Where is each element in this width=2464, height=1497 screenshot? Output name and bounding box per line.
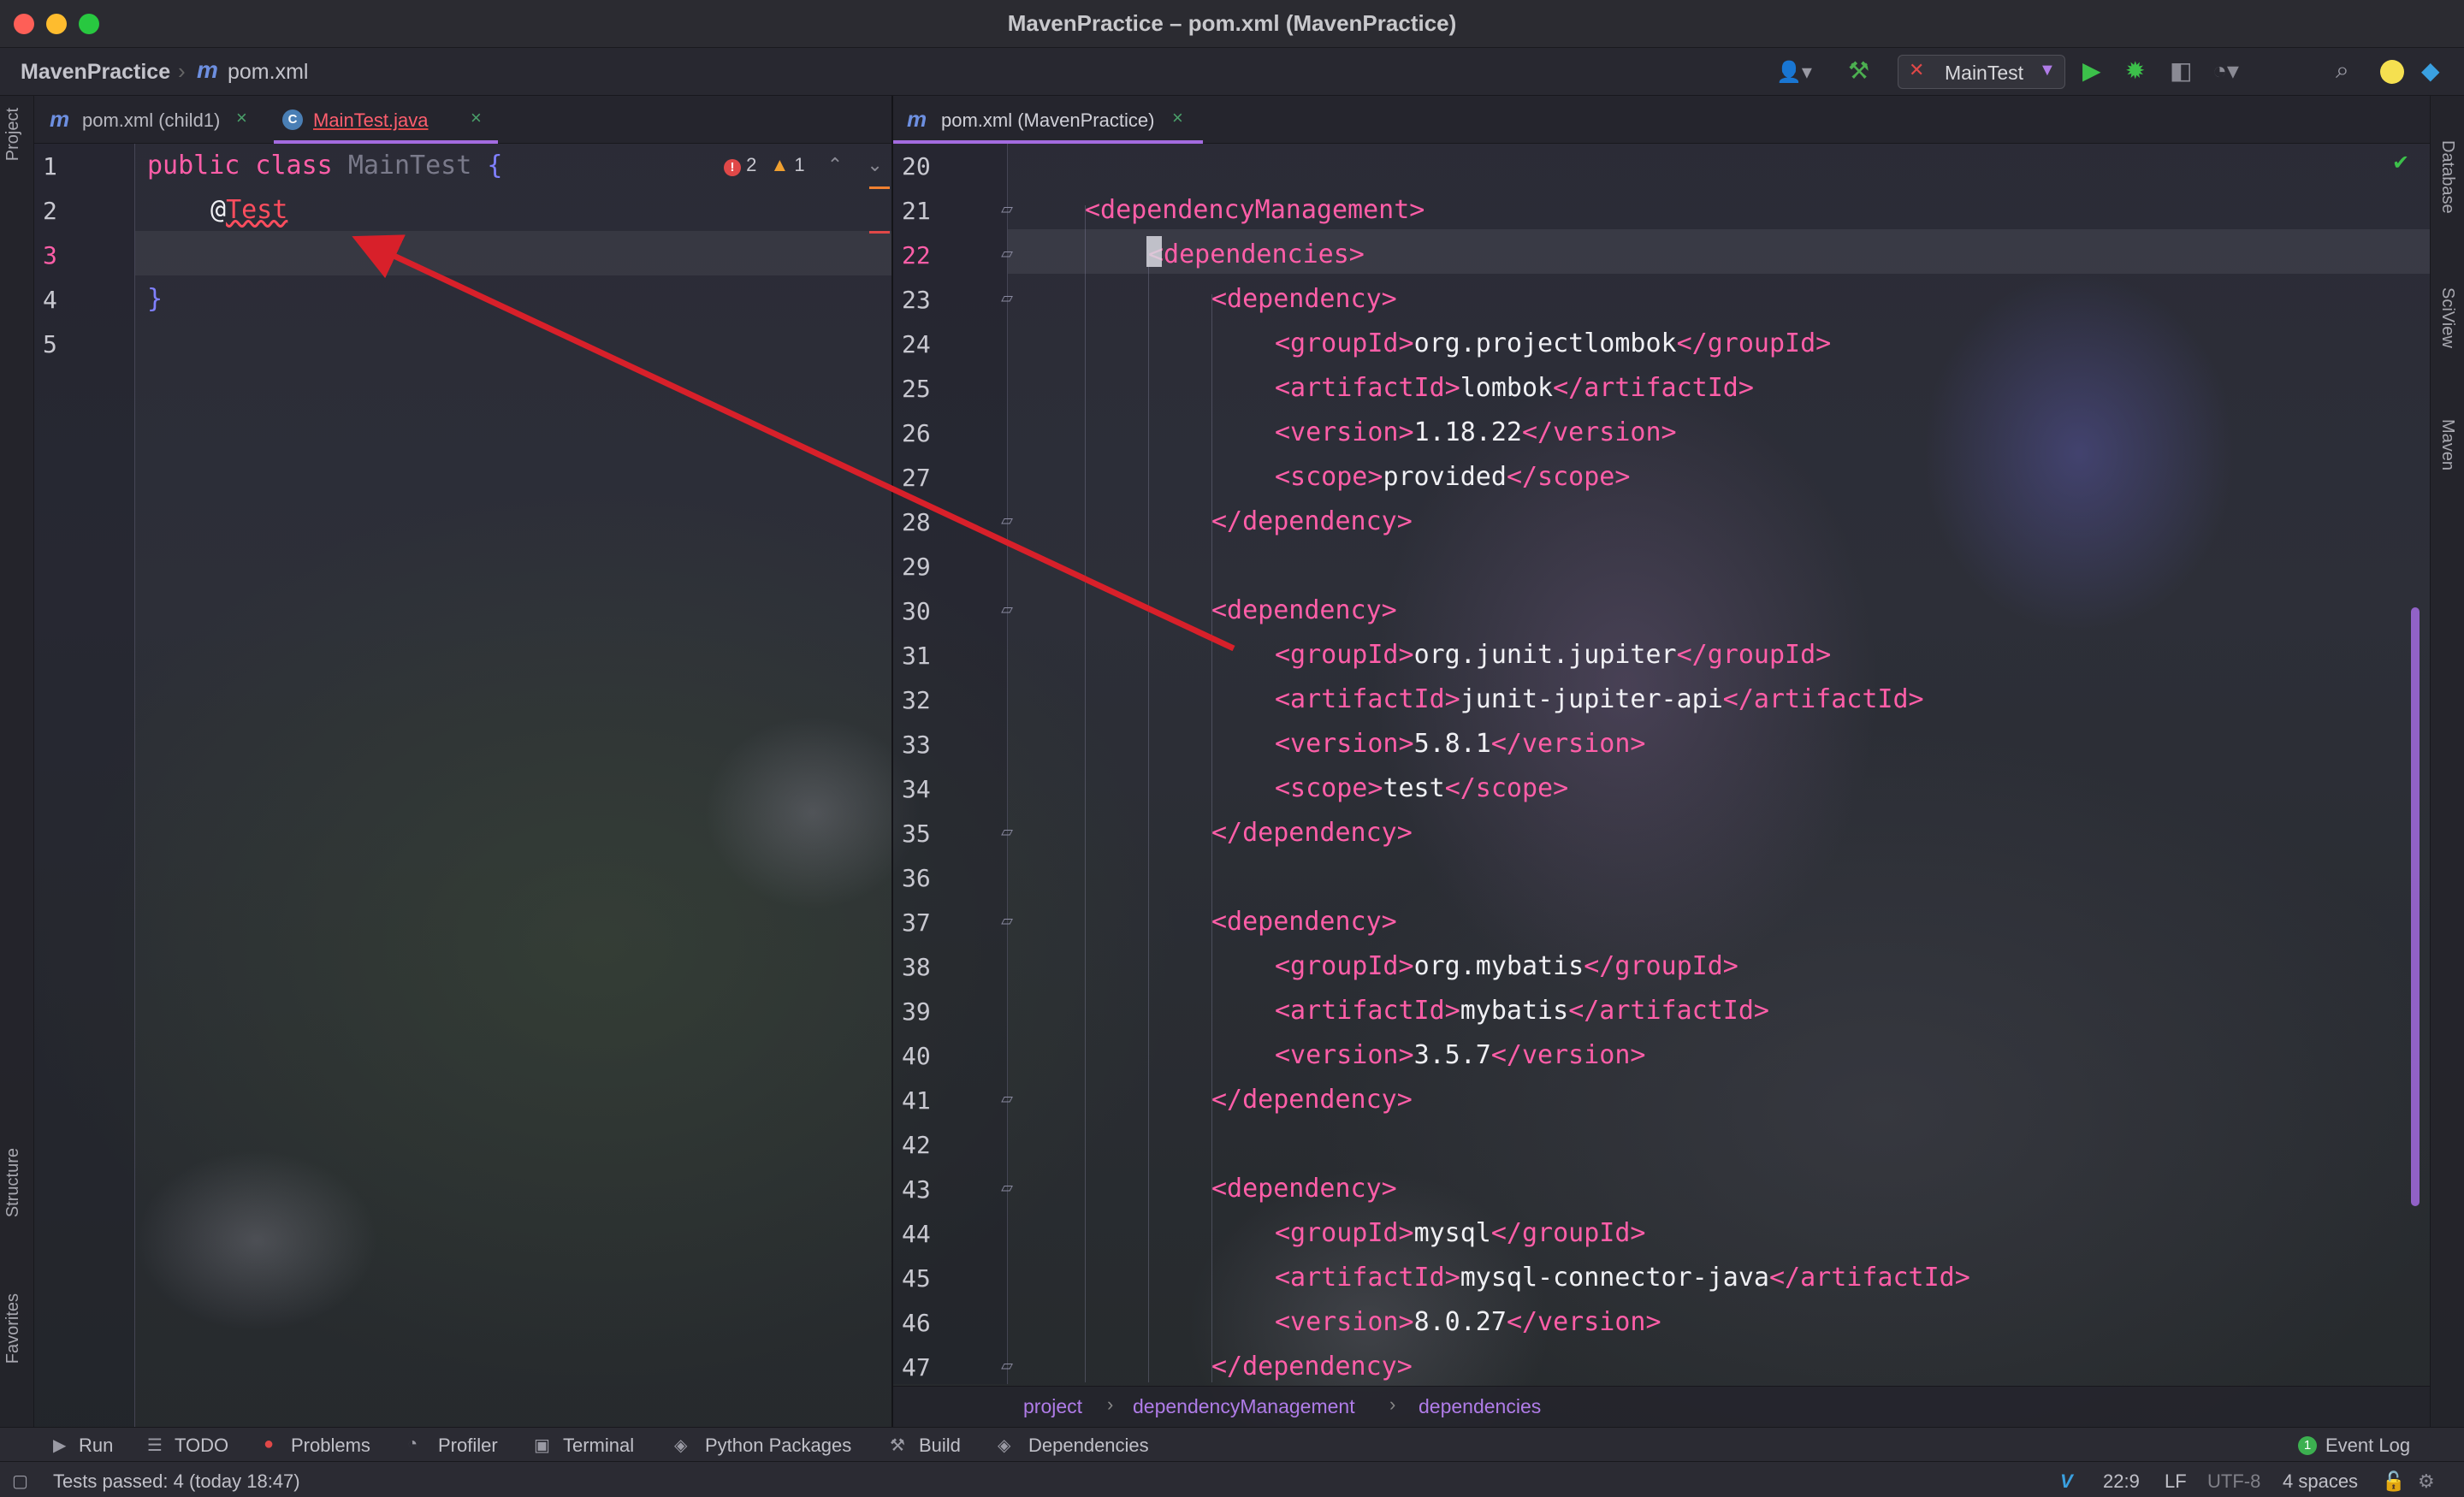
profiler-icon: ◔ <box>407 1435 418 1453</box>
status-message[interactable]: Tests passed: 4 (today 18:47) <box>53 1470 300 1493</box>
event-log-badge: 1 <box>2298 1436 2317 1455</box>
tab-terminal[interactable]: Terminal <box>563 1435 634 1457</box>
status-bar: ▢ Tests passed: 4 (today 18:47) V 22:9 L… <box>0 1461 2464 1497</box>
tab-python-packages[interactable]: Python Packages <box>705 1435 851 1457</box>
tab-problems[interactable]: Problems <box>291 1435 370 1457</box>
vcs-status-icon[interactable]: V <box>2060 1470 2073 1493</box>
tab-todo[interactable]: TODO <box>175 1435 228 1457</box>
line-separator[interactable]: LF <box>2165 1470 2187 1493</box>
tab-dependencies[interactable]: Dependencies <box>1028 1435 1149 1457</box>
run-icon: ▶ <box>53 1436 67 1455</box>
todo-list-icon: ☰ <box>147 1436 163 1455</box>
tab-run[interactable]: Run <box>79 1435 113 1457</box>
memory-indicator-icon[interactable]: ⚙ <box>2418 1470 2435 1493</box>
problems-error-icon: ● <box>264 1435 275 1453</box>
tab-build[interactable]: Build <box>919 1435 961 1457</box>
indent-setting[interactable]: 4 spaces <box>2283 1470 2358 1493</box>
toggle-tool-windows-icon[interactable]: ▢ <box>12 1470 28 1492</box>
lock-icon[interactable]: 🔓 <box>2382 1470 2405 1493</box>
file-encoding[interactable]: UTF-8 <box>2207 1470 2260 1493</box>
tab-profiler[interactable]: Profiler <box>438 1435 498 1457</box>
tab-event-log[interactable]: Event Log <box>2325 1435 2410 1457</box>
terminal-icon: ▣ <box>534 1436 550 1455</box>
python-packages-icon: ◈ <box>674 1436 688 1455</box>
red-arrow-annotation <box>352 234 1235 652</box>
bottom-tool-tabs: ▶ Run ☰ TODO ● Problems ◔ Profiler ▣ Ter… <box>0 1427 2464 1461</box>
dependencies-icon: ◈ <box>998 1436 1011 1455</box>
build-hammer-icon: ⚒ <box>890 1436 905 1455</box>
caret-position[interactable]: 22:9 <box>2103 1470 2140 1493</box>
